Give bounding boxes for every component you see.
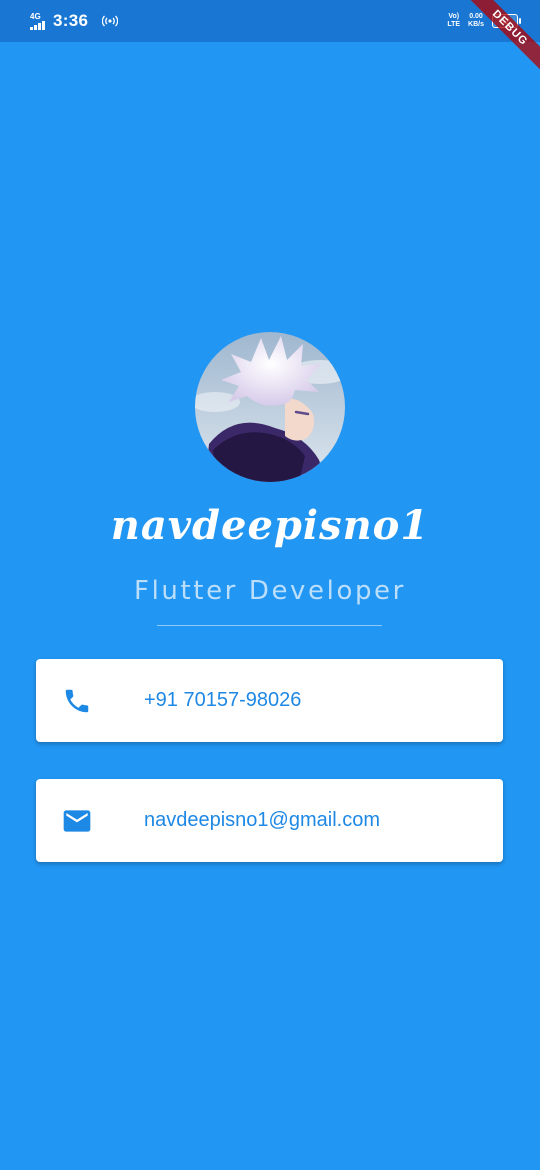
network-type: 4G — [30, 11, 41, 21]
clock: 3:36 — [53, 11, 89, 30]
signal-icon: 4G — [30, 11, 45, 30]
screen: 4G 3:36 Vo) LTE 0.00 KB/s DEBUG navdeepi… — [0, 0, 540, 1170]
phone-number: +91 70157-98026 — [144, 689, 302, 711]
phone-card[interactable]: +91 70157-98026 — [36, 659, 503, 742]
status-bar-left: 4G 3:36 — [30, 0, 119, 42]
status-bar: 4G 3:36 Vo) LTE 0.00 KB/s — [0, 0, 540, 42]
profile-title: Flutter Developer — [134, 576, 406, 606]
mail-icon — [61, 805, 93, 837]
email-address: navdeepisno1@gmail.com — [144, 809, 380, 831]
hotspot-icon — [102, 15, 119, 27]
avatar — [195, 332, 345, 482]
phone-icon — [61, 685, 93, 717]
profile-name: navdeepisno1 — [110, 502, 430, 549]
email-card[interactable]: navdeepisno1@gmail.com — [36, 779, 503, 862]
network-speed: 0.00 KB/s — [468, 13, 484, 28]
volte-indicator: Vo) LTE — [447, 13, 461, 28]
divider — [157, 625, 382, 626]
